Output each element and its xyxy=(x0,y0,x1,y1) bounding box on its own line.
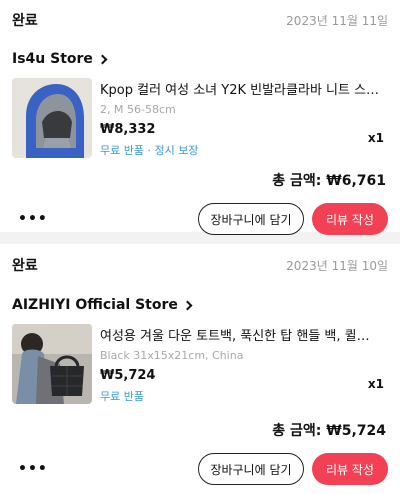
order-total: 총 금액: ₩5,724 xyxy=(272,423,386,439)
more-options-icon[interactable]: ••• xyxy=(12,211,52,227)
order-header: 완료 2023년 11월 10일 xyxy=(12,244,388,286)
product-title[interactable]: Kpop 컬러 여성 소녀 Y2K 빈발라클라바 니트 스카프 xyxy=(100,79,388,98)
more-options-icon[interactable]: ••• xyxy=(12,461,52,477)
order-item[interactable]: Kpop 컬러 여성 소녀 Y2K 빈발라클라바 니트 스카프 2, M 56-… xyxy=(12,78,388,168)
item-info: 여성용 겨울 다운 토트백, 푹신한 탑 핸들 백, 퀼트 숄더백 Black … xyxy=(100,324,388,414)
product-option: 2, M 56-58cm xyxy=(100,103,176,116)
order-item[interactable]: 여성용 겨울 다운 토트백, 푹신한 탑 핸들 백, 퀼트 숄더백 Black … xyxy=(12,324,388,414)
write-review-button[interactable]: 리뷰 작성 xyxy=(312,453,388,485)
service-tags: 무료 반품 · 정시 보장 xyxy=(100,144,199,157)
store-link[interactable]: Is4u Store xyxy=(12,40,388,78)
chevron-right-icon xyxy=(97,54,108,65)
order-actions: ••• 장바구니에 담기 리뷰 작성 xyxy=(12,440,388,494)
store-name: Is4u Store xyxy=(12,51,93,67)
order-card: 완료 2023년 11월 10일 AIZHIYI Official Store … xyxy=(0,244,400,494)
product-price: ₩8,332 xyxy=(100,122,156,137)
order-actions: ••• 장바구니에 담기 리뷰 작성 xyxy=(12,190,388,248)
order-status: 완료 xyxy=(12,13,38,29)
order-date: 2023년 11월 11일 xyxy=(286,13,388,28)
store-link[interactable]: AIZHIYI Official Store xyxy=(12,286,388,324)
product-image[interactable] xyxy=(12,78,92,158)
order-card: 완료 2023년 11월 11일 Is4u Store Kpop 컬러 여성 소… xyxy=(0,0,400,235)
order-status: 완료 xyxy=(12,258,38,274)
item-quantity: x1 xyxy=(367,377,384,391)
item-info: Kpop 컬러 여성 소녀 Y2K 빈발라클라바 니트 스카프 2, M 56-… xyxy=(100,78,388,168)
add-to-cart-button[interactable]: 장바구니에 담기 xyxy=(198,203,304,235)
write-review-button[interactable]: 리뷰 작성 xyxy=(312,203,388,235)
product-image[interactable] xyxy=(12,324,92,404)
chevron-right-icon xyxy=(182,300,193,311)
add-to-cart-button[interactable]: 장바구니에 담기 xyxy=(198,453,304,485)
order-date: 2023년 11월 10일 xyxy=(286,258,388,273)
store-name: AIZHIYI Official Store xyxy=(12,297,178,313)
order-total: 총 금액: ₩6,761 xyxy=(272,173,386,189)
product-title[interactable]: 여성용 겨울 다운 토트백, 푹신한 탑 핸들 백, 퀼트 숄더백 xyxy=(100,325,388,344)
product-option: Black 31x15x21cm, China xyxy=(100,349,244,362)
order-header: 완료 2023년 11월 11일 xyxy=(12,0,388,40)
service-tags: 무료 반품 xyxy=(100,390,144,403)
item-quantity: x1 xyxy=(367,131,384,145)
product-price: ₩5,724 xyxy=(100,368,156,383)
